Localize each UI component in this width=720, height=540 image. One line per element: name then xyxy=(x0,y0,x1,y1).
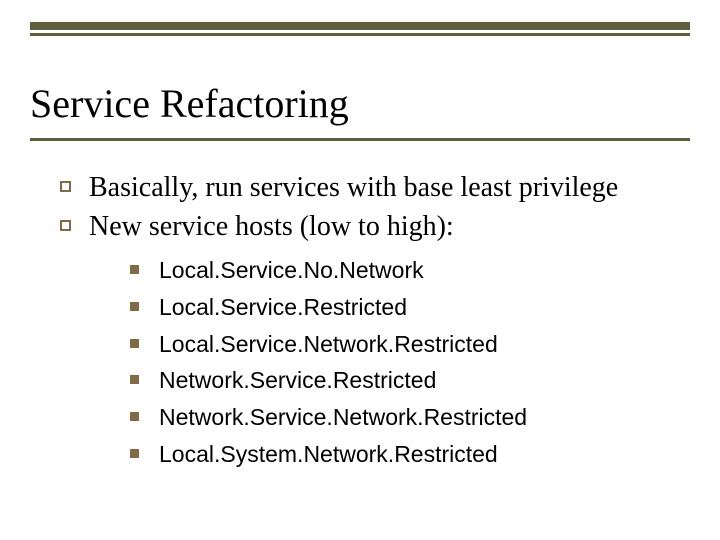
filled-square-icon xyxy=(130,302,139,311)
bullet-level1: Basically, run services with base least … xyxy=(60,170,680,205)
bullet-text: Basically, run services with base least … xyxy=(89,170,618,205)
sub-bullet-text: Local.Service.Restricted xyxy=(159,293,407,322)
sub-bullet-text: Network.Service.Restricted xyxy=(159,366,436,395)
hollow-square-icon xyxy=(60,220,71,231)
bullet-level2: Local.System.Network.Restricted xyxy=(130,440,680,469)
bullet-level2: Network.Service.Network.Restricted xyxy=(130,403,680,432)
sub-bullet-text: Local.Service.No.Network xyxy=(159,256,424,285)
content-area: Basically, run services with base least … xyxy=(60,170,680,477)
hollow-square-icon xyxy=(60,181,71,192)
top-rule xyxy=(30,22,690,30)
filled-square-icon xyxy=(130,339,139,348)
bullet-level2: Local.Service.Network.Restricted xyxy=(130,330,680,359)
sublist: Local.Service.No.Network Local.Service.R… xyxy=(130,256,680,469)
filled-square-icon xyxy=(130,265,139,274)
bullet-text: New service hosts (low to high): xyxy=(89,209,454,244)
sub-bullet-text: Local.Service.Network.Restricted xyxy=(159,330,498,359)
sub-bullet-text: Network.Service.Network.Restricted xyxy=(159,403,527,432)
filled-square-icon xyxy=(130,449,139,458)
filled-square-icon xyxy=(130,375,139,384)
slide: Service Refactoring Basically, run servi… xyxy=(0,0,720,540)
bullet-level2: Network.Service.Restricted xyxy=(130,366,680,395)
bullet-level1: New service hosts (low to high): xyxy=(60,209,680,244)
bullet-level2: Local.Service.Restricted xyxy=(130,293,680,322)
slide-title: Service Refactoring xyxy=(30,80,349,127)
sub-bullet-text: Local.System.Network.Restricted xyxy=(159,440,498,469)
filled-square-icon xyxy=(130,412,139,421)
title-underline xyxy=(30,138,690,141)
bullet-level2: Local.Service.No.Network xyxy=(130,256,680,285)
